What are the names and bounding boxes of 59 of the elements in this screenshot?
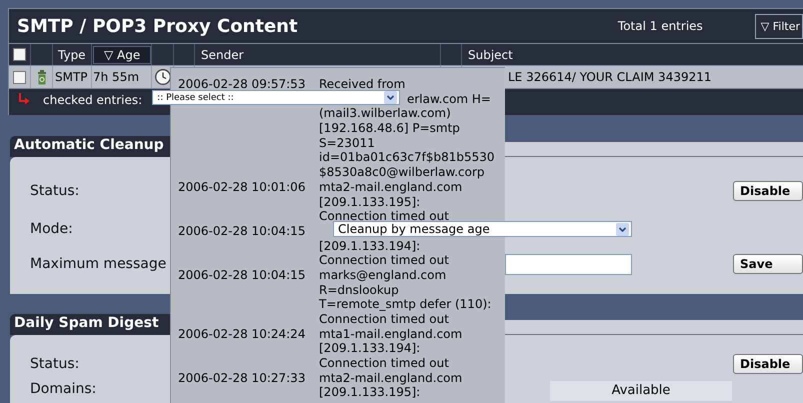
log-time: 2006-02-28 10:24:24	[178, 326, 306, 342]
log-text: R=dnslookup	[319, 282, 399, 297]
log-text: [192.168.48.6] P=smtp	[319, 121, 460, 136]
log-text: mta1-mail.england.com	[319, 326, 462, 341]
log-text: T=remote_smtp defer (110):	[319, 297, 492, 312]
log-text: mta2-mail.england.com	[319, 370, 462, 385]
row-checkbox[interactable]	[13, 70, 26, 84]
column-header[interactable]: Subject	[465, 46, 516, 64]
log-text: S=23011	[319, 136, 375, 150]
clock-icon[interactable]	[154, 69, 170, 85]
bulk-action-select[interactable]: :: Please select ::	[152, 90, 400, 105]
log-text: Connection timed out	[319, 312, 449, 326]
log-text: Connection timed out	[319, 356, 449, 370]
log-text: marks@england.com	[319, 268, 446, 282]
select-all-checkbox[interactable]	[13, 48, 26, 61]
log-text: $8530a8c0@wilberlaw.corp	[319, 165, 485, 180]
input-field[interactable]	[505, 254, 632, 274]
bulk-action-label: checked entries:	[43, 93, 142, 107]
field-label: Status:	[30, 183, 80, 199]
filter-button[interactable]: ▽ Filter	[754, 14, 803, 38]
dropdown-icon	[384, 91, 398, 104]
log-text: [209.1.133.195]:	[319, 194, 420, 208]
log-text: id=01ba01c63c7f$b81b5530	[319, 150, 495, 164]
table-cell: 7h 55m	[93, 70, 140, 84]
field-label: Maximum message	[30, 256, 168, 272]
log-text: erlaw.com H=	[406, 92, 491, 106]
table-cell: SMTP	[55, 70, 88, 84]
log-time: 2006-02-28 10:27:33	[178, 370, 306, 386]
log-text: [209.1.133.194]:	[319, 238, 420, 253]
log-text: (mail3.wilberlaw.com)	[319, 106, 451, 120]
log-time: 2006-02-28 10:04:15	[178, 224, 306, 239]
column-header[interactable]: Type	[55, 46, 89, 64]
log-text: Connection timed out	[319, 253, 449, 268]
section-title: Automatic Cleanup	[10, 136, 170, 157]
entry-count: Total 1 entries	[618, 19, 703, 33]
field-label: Domains:	[30, 381, 98, 397]
panel-title: SMTP / POP3 Proxy Content	[16, 16, 298, 36]
log-text: mta2-mail.england.com	[319, 180, 462, 194]
table-cell-text: LE 326614/ YOUR CLAIM 3439211	[507, 70, 712, 84]
log-time: 2006-02-28 10:04:15	[178, 268, 306, 283]
field-label: Mode:	[30, 221, 74, 237]
column-header[interactable]: Sender	[198, 46, 247, 64]
field-label: Status:	[30, 356, 80, 372]
dropdown-icon	[616, 222, 629, 236]
disable-button[interactable]: Disable	[733, 354, 803, 374]
log-text: [209.1.133.194]:	[319, 341, 420, 356]
mode-select[interactable]: Cleanup by message age	[333, 221, 632, 237]
trash-icon[interactable]	[36, 70, 46, 84]
save-button[interactable]: Save	[733, 254, 803, 274]
section-title: Daily Spam Digest	[10, 314, 170, 335]
log-time: 2006-02-28 09:57:53	[178, 77, 306, 92]
log-time: 2006-02-28 10:01:06	[178, 180, 306, 195]
disable-button[interactable]: Disable	[733, 181, 803, 201]
log-text: Connection timed out	[319, 209, 449, 224]
column-header[interactable]: ▽ Age	[93, 46, 152, 64]
column-header: Available	[550, 381, 732, 401]
log-text: [209.1.133.195]:	[319, 385, 420, 400]
return-arrow-icon	[18, 93, 30, 105]
log-text: Received from	[319, 77, 406, 91]
